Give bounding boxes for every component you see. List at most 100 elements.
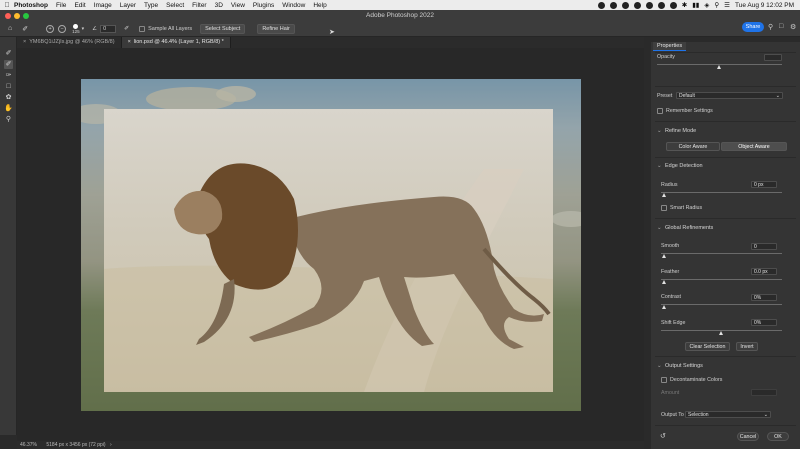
home-icon[interactable]: ⌂: [8, 25, 12, 32]
section-refine-mode[interactable]: ⌄ Refine Mode: [657, 128, 696, 134]
status-icon-7[interactable]: [669, 1, 677, 9]
menu-help[interactable]: Help: [313, 2, 326, 9]
clock[interactable]: Tue Aug 9 12:02 PM: [735, 2, 794, 9]
zoom-window-button[interactable]: [23, 12, 29, 19]
select-subject-button[interactable]: Select Subject: [200, 23, 246, 34]
tab-ym6bq-jpg[interactable]: × YM6BQ1iJZjIs.jpg @ 46% (RGB/8): [17, 37, 122, 48]
reset-icon[interactable]: ↺: [660, 432, 666, 440]
add-to-selection-icon[interactable]: +: [46, 24, 55, 33]
document-canvas[interactable]: [81, 79, 581, 411]
brush-tool-icon[interactable]: ✐: [4, 49, 13, 58]
invert-button[interactable]: Invert: [736, 342, 758, 351]
remember-settings-checkbox[interactable]: [657, 108, 663, 114]
menu-plugins[interactable]: Plugins: [253, 2, 274, 9]
menu-3d[interactable]: 3D: [215, 2, 223, 9]
status-icon-5[interactable]: [645, 1, 653, 9]
lion-photo: [104, 163, 553, 392]
canvas-area[interactable]: [17, 48, 644, 441]
radius-slider-knob[interactable]: [662, 193, 666, 197]
feather-slider-track[interactable]: [661, 279, 782, 280]
smooth-slider-knob[interactable]: [662, 254, 666, 258]
search-icon[interactable]: ⚲: [768, 23, 773, 31]
section-global-refinements[interactable]: ⌄ Global Refinements: [657, 225, 713, 231]
refine-hair-button[interactable]: Refine Hair: [257, 23, 295, 34]
clear-selection-button[interactable]: Clear Selection: [685, 342, 730, 351]
remember-settings-label: Remember Settings: [666, 108, 713, 114]
quick-selection-tool-icon[interactable]: ✐: [22, 25, 28, 33]
tab-lion-psd[interactable]: × lion.psd @ 46.4% (Layer 1, RGB/8) *: [121, 37, 231, 48]
decontaminate-colors-checkbox[interactable]: [661, 377, 667, 383]
radius-field[interactable]: 0 px: [751, 181, 777, 188]
subtract-from-selection-icon[interactable]: −: [58, 24, 67, 33]
menu-window[interactable]: Window: [282, 2, 305, 9]
menu-image[interactable]: Image: [94, 2, 112, 9]
status-icon-3[interactable]: [621, 1, 629, 9]
menu-layer[interactable]: Layer: [120, 2, 136, 9]
status-icon-2[interactable]: [609, 1, 617, 9]
search-icon[interactable]: ⚲: [714, 1, 719, 9]
section-title: Global Refinements: [665, 225, 714, 231]
close-icon[interactable]: ×: [128, 39, 131, 45]
app-menu-photoshop[interactable]: Photoshop: [14, 2, 48, 9]
menu-filter[interactable]: Filter: [192, 2, 206, 9]
radius-slider-track[interactable]: [661, 192, 782, 193]
chevron-down-icon[interactable]: ▾: [82, 26, 85, 32]
smooth-field[interactable]: 0: [751, 243, 777, 250]
cancel-button[interactable]: Cancel: [737, 432, 759, 441]
workspace-icon[interactable]: □: [779, 23, 783, 30]
apple-icon[interactable]: : [0, 2, 14, 9]
pressure-icon[interactable]: ✐: [124, 25, 129, 32]
chevron-right-icon[interactable]: ›: [110, 442, 112, 448]
refine-edge-brush-icon[interactable]: ✑: [4, 71, 13, 80]
feather-field[interactable]: 0.0 px: [751, 268, 777, 275]
shift-edge-slider-knob[interactable]: [719, 331, 723, 335]
minimize-window-button[interactable]: [14, 12, 20, 19]
contrast-slider-knob[interactable]: [662, 305, 666, 309]
opacity-slider-knob[interactable]: [717, 65, 721, 69]
status-icon-4[interactable]: [633, 1, 641, 9]
section-edge-detection[interactable]: ⌄ Edge Detection: [657, 163, 703, 169]
divider: [655, 425, 796, 426]
menu-select[interactable]: Select: [166, 2, 184, 9]
close-icon[interactable]: ×: [23, 39, 26, 45]
menu-edit[interactable]: Edit: [74, 2, 85, 9]
hand-tool-icon[interactable]: ✋: [4, 104, 13, 113]
object-aware-button[interactable]: Object Aware: [721, 142, 787, 151]
smart-radius-checkbox[interactable]: [661, 205, 667, 211]
share-button[interactable]: Share: [742, 22, 764, 32]
status-icon-1[interactable]: [597, 1, 605, 9]
settings-icon[interactable]: ⚙: [790, 23, 796, 31]
quick-selection-tool-icon[interactable]: ✐: [4, 60, 13, 69]
brush-size-value: 125: [72, 28, 80, 34]
sample-all-layers-label: Sample All Layers: [148, 25, 193, 32]
angle-field[interactable]: 0: [100, 24, 117, 33]
contrast-slider-track[interactable]: [661, 304, 782, 305]
ok-button[interactable]: OK: [767, 432, 789, 441]
menu-file[interactable]: File: [56, 2, 66, 9]
control-center-icon[interactable]: ☰: [724, 1, 730, 9]
zoom-level[interactable]: 46.37%: [20, 442, 37, 448]
output-to-dropdown[interactable]: Selection ⌄: [685, 411, 771, 418]
color-aware-button[interactable]: Color Aware: [666, 142, 720, 151]
close-window-button[interactable]: [5, 12, 11, 19]
battery-icon[interactable]: ▮▮: [692, 1, 699, 9]
status-icon-6[interactable]: [657, 1, 665, 9]
menu-view[interactable]: View: [231, 2, 245, 9]
document-info[interactable]: 5184 px x 3456 px (72 ppi): [46, 442, 105, 448]
object-selection-icon[interactable]: □: [4, 82, 13, 91]
contrast-field[interactable]: 0%: [751, 294, 777, 301]
feather-slider-knob[interactable]: [662, 280, 666, 284]
menu-type[interactable]: Type: [144, 2, 158, 9]
zoom-tool-icon[interactable]: ⚲: [4, 115, 13, 124]
tab-properties[interactable]: Properties: [653, 42, 687, 51]
smooth-slider-track[interactable]: [661, 253, 782, 254]
opacity-field[interactable]: [764, 54, 782, 61]
lasso-tool-icon[interactable]: ✿: [4, 93, 13, 102]
wifi-icon[interactable]: ◈: [704, 1, 709, 9]
preset-dropdown[interactable]: Default ⌄: [676, 92, 783, 99]
section-output-settings[interactable]: ⌄ Output Settings: [657, 363, 703, 369]
brush-preset-picker[interactable]: 125: [72, 23, 80, 34]
sample-all-layers-checkbox[interactable]: Sample All Layers: [139, 25, 193, 32]
shift-edge-field[interactable]: 0%: [751, 319, 777, 326]
bluetooth-icon[interactable]: ✱: [682, 1, 687, 9]
